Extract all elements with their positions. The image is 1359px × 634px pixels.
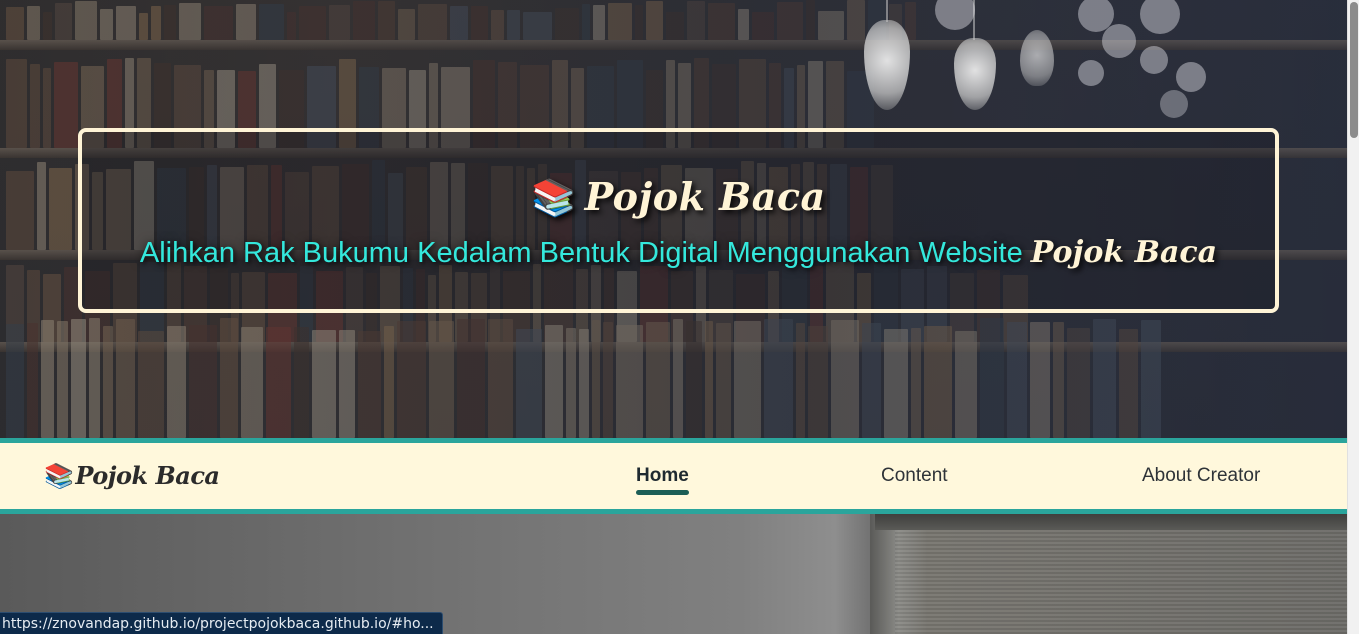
nav-link-home[interactable]: Home (636, 465, 689, 495)
book-cover-edge (875, 514, 1347, 530)
books-icon: 📚 (531, 177, 577, 219)
nav-brand-name: Pojok Baca (75, 461, 220, 490)
bokeh-light (1176, 62, 1206, 92)
nav-link-about-creator[interactable]: About Creator (1142, 465, 1260, 487)
scrollbar-thumb[interactable] (1350, 2, 1358, 138)
page-scrollbar[interactable] (1347, 0, 1359, 634)
bulb-cord (886, 0, 888, 22)
hero-banner: 📚 Pojok Baca Alihkan Rak Bukumu Kedalam B… (78, 128, 1279, 313)
navbar: 📚 Pojok Baca Home Content About Creator (0, 438, 1347, 514)
nav-brand-logo[interactable]: 📚 Pojok Baca (44, 461, 220, 490)
books-icon: 📚 (44, 461, 74, 490)
light-bulb-image (1020, 30, 1054, 86)
bokeh-light (1102, 24, 1136, 58)
banner-subtitle-brand: Pojok Baca (1030, 235, 1218, 270)
banner-subtitle-text: Alihkan Rak Bukumu Kedalam Bentuk Digita… (139, 237, 1023, 269)
banner-subtitle: Alihkan Rak Bukumu Kedalam Bentuk Digita… (82, 235, 1275, 270)
link-status-bar: https://znovandap.github.io/projectpojok… (0, 612, 443, 634)
book-pages (895, 514, 1347, 634)
hero-section: 📚 Pojok Baca Alihkan Rak Bukumu Kedalam B… (0, 0, 1347, 438)
bokeh-light (1078, 60, 1104, 86)
banner-title: 📚 Pojok Baca (82, 174, 1275, 219)
banner-title-text: Pojok Baca (584, 174, 826, 219)
bokeh-light (1160, 90, 1188, 118)
bokeh-light (1140, 46, 1168, 74)
nav-link-content[interactable]: Content (881, 465, 948, 487)
